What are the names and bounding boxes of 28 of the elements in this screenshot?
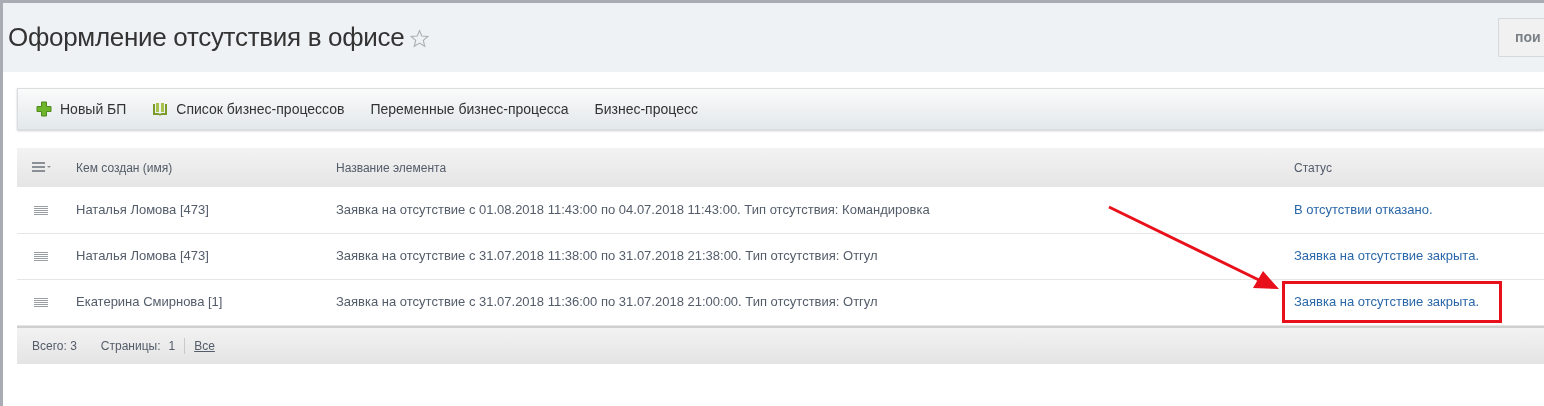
- column-header: Кем создан (имя): [76, 160, 173, 175]
- status-link[interactable]: Заявка на отсутствие закрыта.: [1294, 292, 1479, 312]
- toolbar-link[interactable]: Бизнес-процесс: [594, 98, 698, 120]
- toolbar-link[interactable]: Список бизнес-процессов: [152, 98, 345, 120]
- row-menu-icon[interactable]: [34, 297, 48, 308]
- show-all-link[interactable]: Все: [194, 336, 215, 355]
- search-button[interactable]: пои: [1498, 18, 1544, 57]
- page-title: Оформление отсутствия в офисе: [8, 21, 405, 54]
- pages-label: Страницы:: [100, 337, 161, 355]
- element-name-cell: Заявка на отсутствие с 01.08.2018 11:43:00 по 04.07.2018 11:43:00. Тип отсутствия: Командировка: [336, 202, 930, 217]
- total-count: Всего: 3: [32, 337, 77, 355]
- author-cell: Наталья Ломова [473]: [76, 202, 209, 217]
- author-cell: Наталья Ломова [473]: [76, 248, 209, 264]
- column-header: Название элемента: [336, 160, 447, 175]
- plus-icon: [36, 101, 52, 117]
- page-number: 1: [168, 337, 176, 355]
- column-header: Статус: [1294, 160, 1332, 175]
- row-menu-icon[interactable]: [34, 251, 48, 262]
- element-name-cell: Заявка на отсутствие с 31.07.2018 11:36:00 по 31.07.2018 21:00:00. Тип отсутствия: Отгул: [336, 294, 878, 310]
- status-link[interactable]: Заявка на отсутствие закрыта.: [1294, 246, 1479, 266]
- row-menu-icon[interactable]: [34, 205, 48, 216]
- status-link[interactable]: В отсутствии отказано.: [1294, 200, 1433, 220]
- toolbar-link[interactable]: Переменные бизнес-процесса: [370, 98, 569, 120]
- toolbar-link[interactable]: Новый БП: [36, 98, 127, 120]
- book-icon: [152, 102, 169, 116]
- column-settings-icon[interactable]: [32, 162, 52, 175]
- element-name-cell: Заявка на отсутствие с 31.07.2018 11:38:00 по 31.07.2018 21:38:00. Тип отсутствия: Отгул: [336, 248, 878, 264]
- author-cell: Екатерина Смирнова [1]: [76, 294, 223, 310]
